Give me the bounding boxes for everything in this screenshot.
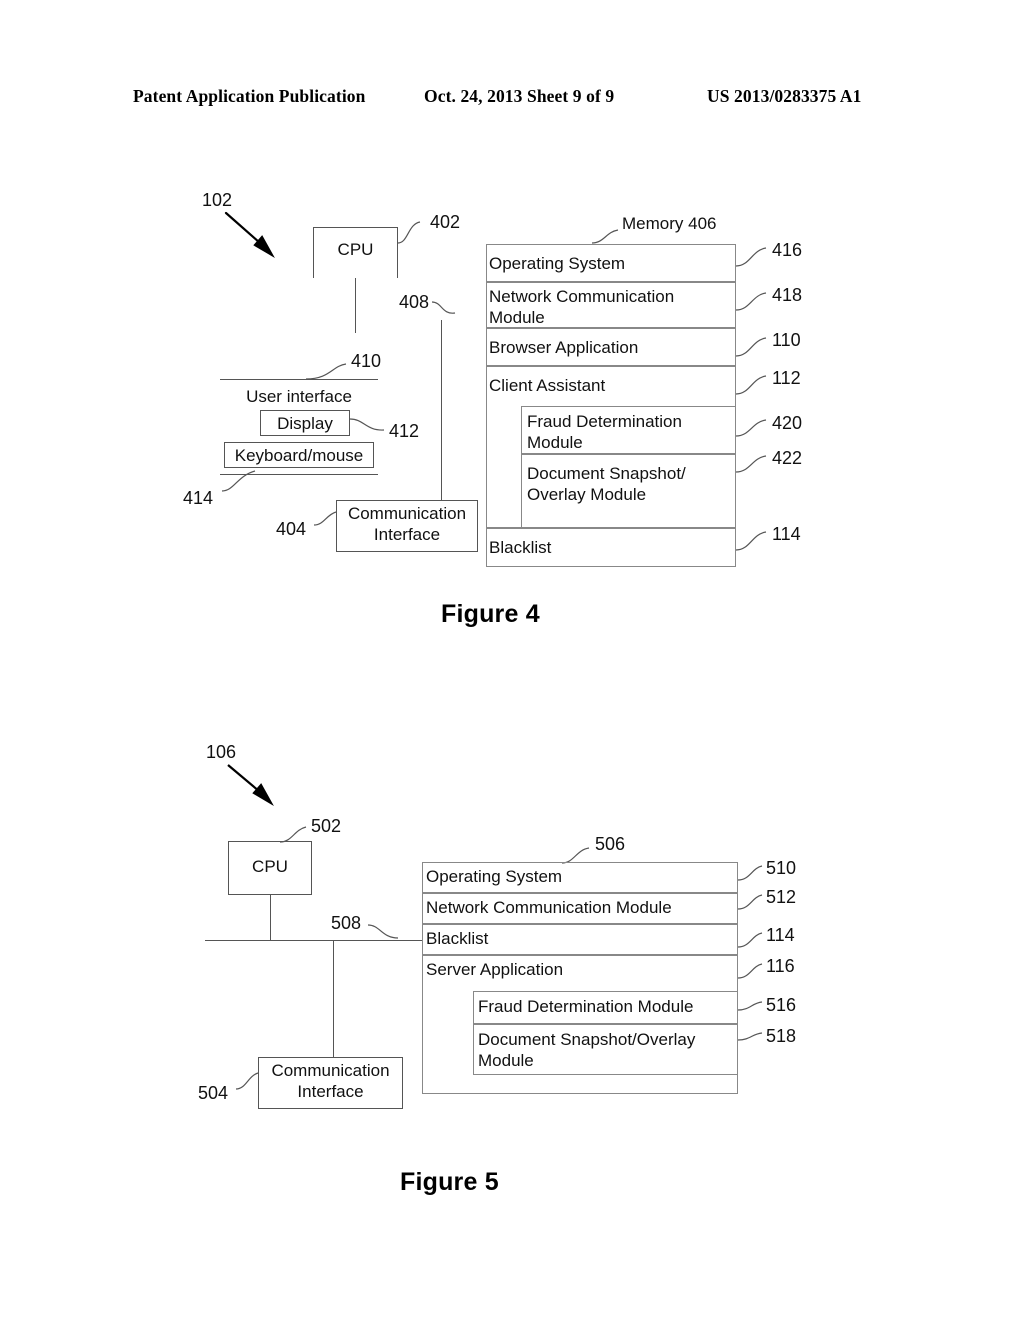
figure-5: 106 CPU 502 508 Communication Interface … — [0, 0, 1024, 1320]
figure-5-caption: Figure 5 — [400, 1168, 499, 1196]
leader-518 — [737, 1032, 763, 1041]
